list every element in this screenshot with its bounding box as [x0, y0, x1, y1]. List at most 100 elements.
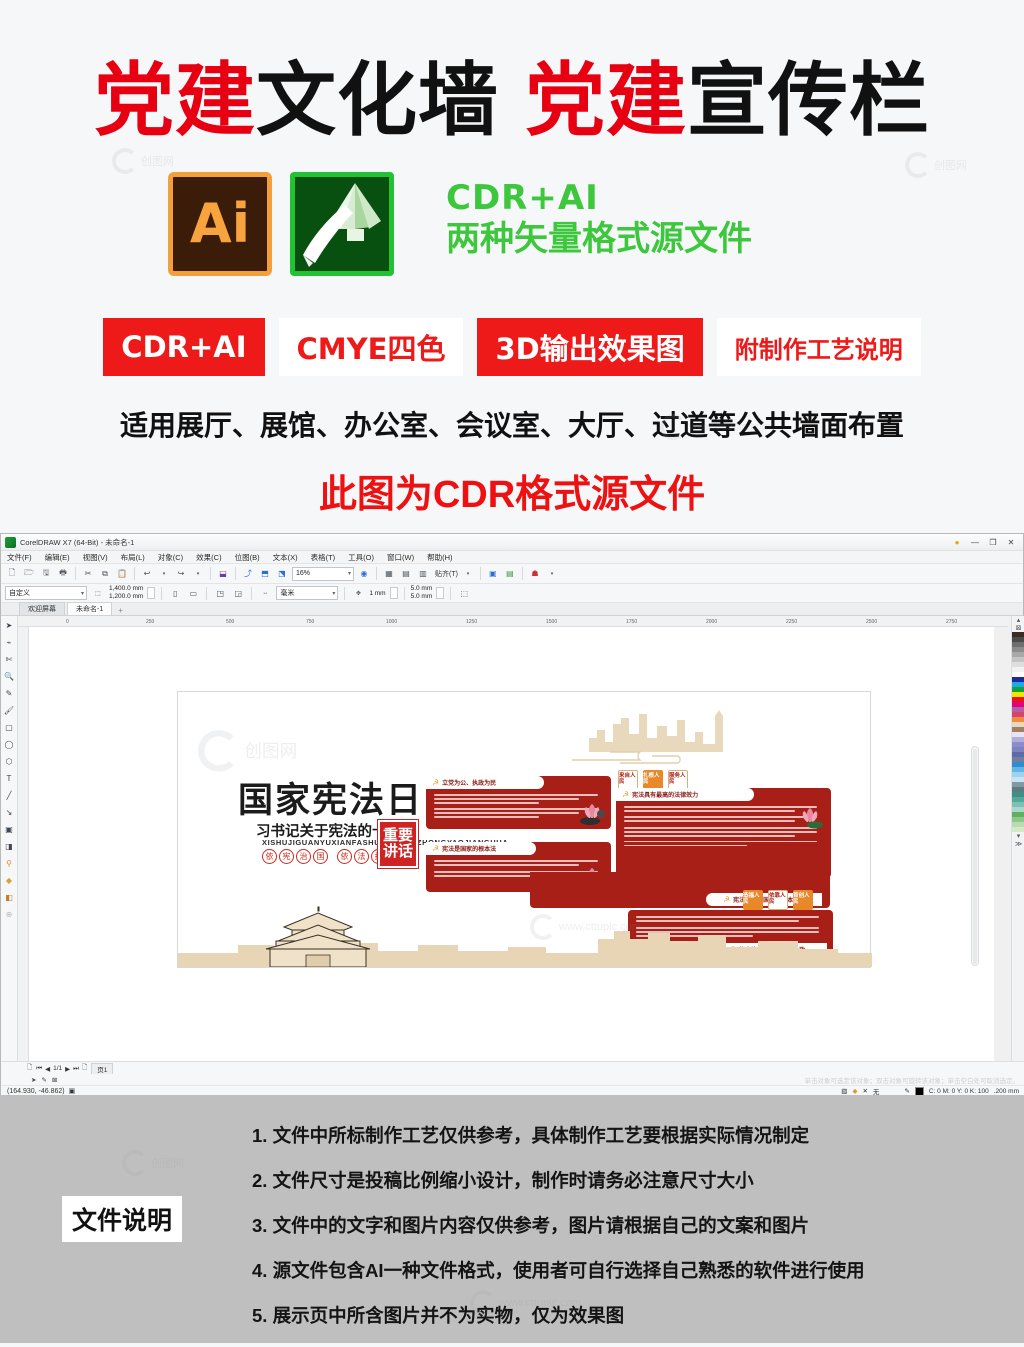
- page-dimensions[interactable]: 1,400.0 mm 1,200.0 mm: [109, 585, 143, 601]
- palette-scroll-up-icon[interactable]: ▴: [1017, 616, 1021, 624]
- export-web-icon[interactable]: ⬔: [275, 567, 289, 581]
- first-page-icon[interactable]: ⏮: [36, 1065, 42, 1073]
- chevron-down-icon[interactable]: ▾: [348, 570, 351, 577]
- current-page-icon[interactable]: ◲: [231, 586, 245, 600]
- page-tab-1[interactable]: 页1: [91, 1063, 113, 1074]
- chevron-down-icon[interactable]: ▾: [81, 590, 84, 597]
- page-width-value[interactable]: 1,400.0 mm: [109, 585, 143, 593]
- interactive-fill-tool-icon[interactable]: ◆: [3, 874, 16, 886]
- tab-untitled-1[interactable]: 未命名-1: [67, 602, 112, 615]
- print-icon[interactable]: 🖶: [56, 567, 70, 581]
- add-page-after-icon[interactable]: 🗋: [82, 1063, 87, 1074]
- horizontal-ruler[interactable]: 0 250 500 750 1000 1250 1500 1750 2000 2…: [18, 616, 1008, 627]
- page-nav-controls[interactable]: ⏮ ◀ 1/1 ▶ ⏭ 🗋: [36, 1063, 87, 1074]
- color-eyedropper-tool-icon[interactable]: ⚲: [3, 857, 16, 869]
- redo-icon[interactable]: ↪: [174, 567, 188, 581]
- snap-to-label[interactable]: 贴齐(T): [435, 569, 458, 579]
- page-size-stepper[interactable]: [147, 587, 155, 599]
- duplicate-offset[interactable]: 5.0 mm 5.0 mm: [411, 585, 433, 601]
- maximize-button[interactable]: ❐: [985, 536, 1001, 549]
- add-anchor-tool-icon[interactable]: ⊕: [3, 908, 16, 920]
- units-combobox[interactable]: 毫米 ▾: [276, 586, 338, 600]
- menu-item-file[interactable]: 文件(F): [7, 552, 32, 563]
- zoom-tool-icon[interactable]: 🔍: [3, 670, 16, 682]
- palette-scroll-down-icon[interactable]: ▾: [1017, 832, 1021, 840]
- menu-item-layout[interactable]: 布局(L): [121, 552, 145, 563]
- menu-item-tools[interactable]: 工具(O): [348, 552, 374, 563]
- drawing-canvas[interactable]: 国家宪法日 习书记关于宪法的十句 XISHUJIGUANYUXIANFASHUD…: [29, 627, 994, 1061]
- tab-welcome-screen[interactable]: 欢迎屏幕: [19, 602, 65, 615]
- color-palette[interactable]: ▴ ⊠: [1011, 616, 1024, 1061]
- menu-item-table[interactable]: 表格(T): [311, 552, 336, 563]
- open-file-icon[interactable]: 🗁: [22, 567, 36, 581]
- zoom-level-combobox[interactable]: 16% ▾: [292, 567, 354, 581]
- snap-dropdown-icon[interactable]: ▾: [461, 567, 475, 581]
- palette-expand-icon[interactable]: ≫: [1015, 840, 1022, 848]
- rectangle-tool-icon[interactable]: ▢: [3, 721, 16, 733]
- add-page-icon[interactable]: 🗋: [27, 1063, 32, 1074]
- show-page-border-icon[interactable]: ▥: [416, 567, 430, 581]
- artwork-page[interactable]: 国家宪法日 习书记关于宪法的十句 XISHUJIGUANYUXIANFASHUD…: [177, 691, 871, 968]
- landscape-orientation-icon[interactable]: ▭: [186, 586, 200, 600]
- options-icon[interactable]: ▣: [486, 567, 500, 581]
- menu-item-edit[interactable]: 编辑(E): [45, 552, 70, 563]
- edit-page-icon[interactable]: ⬚: [457, 586, 471, 600]
- duplicate-offset-stepper[interactable]: [436, 587, 444, 599]
- transparency-tool-icon[interactable]: ◨: [3, 840, 16, 852]
- account-icon[interactable]: ●: [949, 536, 965, 549]
- polygon-tool-icon[interactable]: ⬡: [3, 755, 16, 767]
- straight-line-connector-tool-icon[interactable]: ↘: [3, 806, 16, 818]
- menu-item-bitmaps[interactable]: 位图(B): [235, 552, 260, 563]
- fullscreen-preview-icon[interactable]: ◉: [357, 567, 371, 581]
- import-icon[interactable]: ⬓: [216, 567, 230, 581]
- save-icon[interactable]: 🖫: [39, 567, 53, 581]
- cut-icon[interactable]: ✂: [81, 567, 95, 581]
- coordinates-expand-icon[interactable]: ▣: [69, 1087, 76, 1095]
- new-file-icon[interactable]: 🗋: [5, 567, 19, 581]
- publish-pdf-icon[interactable]: ⬒: [258, 567, 272, 581]
- all-pages-icon[interactable]: ◳: [213, 586, 227, 600]
- menu-item-window[interactable]: 窗口(W): [387, 552, 414, 563]
- undo-icon[interactable]: ↩: [140, 567, 154, 581]
- duplicate-offset-y[interactable]: 5.0 mm: [411, 593, 433, 601]
- duplicate-offset-x[interactable]: 5.0 mm: [411, 585, 433, 593]
- vertical-ruler[interactable]: [18, 627, 29, 1061]
- last-page-icon[interactable]: ⏭: [73, 1065, 79, 1073]
- smart-fill-tool-icon[interactable]: ◧: [3, 891, 16, 903]
- add-tab-button[interactable]: +: [114, 606, 127, 615]
- help-dropdown-icon[interactable]: ▾: [545, 567, 559, 581]
- palette-bottom-controls[interactable]: ▾ ≫: [1012, 832, 1024, 848]
- drop-shadow-tool-icon[interactable]: ▣: [3, 823, 16, 835]
- application-launcher-icon[interactable]: ▤: [503, 567, 517, 581]
- shape-tool-icon[interactable]: ⌁: [3, 636, 16, 648]
- undo-dropdown-icon[interactable]: ▾: [157, 567, 171, 581]
- menu-item-view[interactable]: 视图(V): [83, 552, 108, 563]
- no-color-icon[interactable]: ⊠: [1016, 624, 1022, 632]
- portrait-orientation-icon[interactable]: ▯: [168, 586, 182, 600]
- minimize-button[interactable]: —: [967, 536, 983, 549]
- artwork-panel-1[interactable]: ☭ 立党为公、执政为民: [426, 776, 611, 829]
- text-tool-icon[interactable]: T: [3, 772, 16, 784]
- fill-color-icon[interactable]: ◆: [852, 1087, 857, 1095]
- menu-item-object[interactable]: 对象(C): [158, 552, 183, 563]
- page-preset-combobox[interactable]: 自定义 ▾: [5, 586, 87, 600]
- redo-dropdown-icon[interactable]: ▾: [191, 567, 205, 581]
- paste-icon[interactable]: 📋: [115, 567, 129, 581]
- help-icon[interactable]: ☗: [528, 567, 542, 581]
- pick-tool-icon[interactable]: ➤: [3, 619, 16, 631]
- menu-item-help[interactable]: 帮助(H): [427, 552, 452, 563]
- prev-page-icon[interactable]: ◀: [45, 1065, 50, 1073]
- palette-top-controls[interactable]: ▴ ⊠: [1012, 616, 1024, 632]
- crop-tool-icon[interactable]: ✄: [3, 653, 16, 665]
- nudge-distance-value[interactable]: 1 mm: [369, 590, 385, 597]
- close-button[interactable]: ✕: [1003, 536, 1019, 549]
- nudge-stepper[interactable]: [390, 587, 398, 599]
- copy-icon[interactable]: ⧉: [98, 567, 112, 581]
- show-grid-icon[interactable]: ▦: [382, 567, 396, 581]
- canvas-vertical-scrollbar[interactable]: [971, 746, 979, 966]
- show-guides-icon[interactable]: ▤: [399, 567, 413, 581]
- outline-pen-icon[interactable]: ✎: [904, 1087, 909, 1095]
- next-page-icon[interactable]: ▶: [65, 1065, 70, 1073]
- artistic-media-tool-icon[interactable]: 🖌: [3, 704, 16, 716]
- page-height-value[interactable]: 1,200.0 mm: [109, 593, 143, 601]
